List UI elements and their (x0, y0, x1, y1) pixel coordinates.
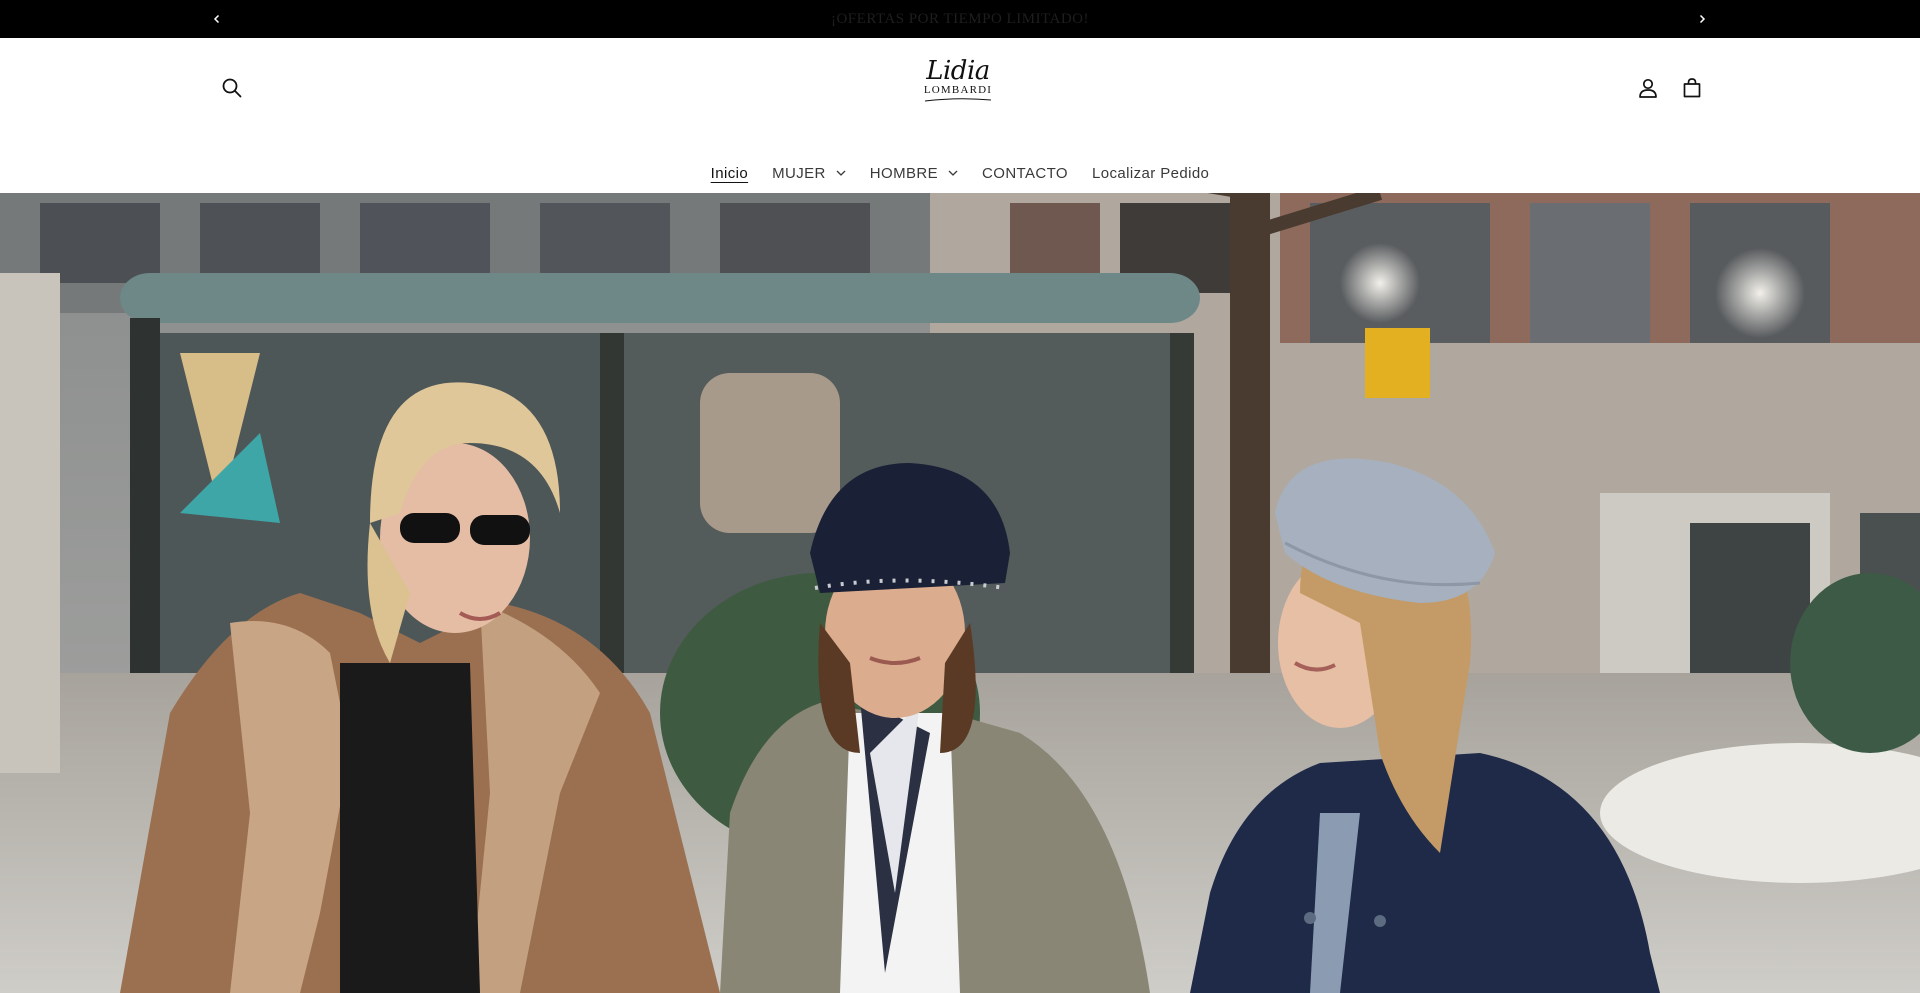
nav-item-label: MUJER (772, 164, 826, 182)
cart-button[interactable] (1670, 66, 1714, 110)
site-logo[interactable]: Lidia LOMBARDI (908, 56, 1008, 120)
nav-item-label: Localizar Pedido (1092, 164, 1210, 182)
nav-item-localizar-pedido[interactable]: Localizar Pedido (1080, 158, 1221, 188)
chevron-right-icon (1699, 14, 1706, 24)
nav-item-label: Inicio (710, 164, 749, 182)
nav-item-hombre[interactable]: HOMBRE (858, 158, 970, 188)
logo-script-text: Lidia (926, 56, 990, 86)
nav-item-label: CONTACTO (982, 164, 1068, 182)
announcement-text: ¡OFERTAS POR TIEMPO LIMITADO! (830, 10, 1089, 27)
account-button[interactable] (1626, 66, 1670, 110)
chevron-down-icon (836, 170, 846, 176)
nav-item-label: HOMBRE (869, 164, 939, 182)
announcement-prev-button[interactable] (198, 0, 236, 38)
main-nav: Inicio MUJER HOMBRE CONTACTO Localizar P… (0, 158, 1920, 188)
logo-swash-icon (924, 98, 992, 102)
announcement-next-button[interactable] (1683, 0, 1721, 38)
user-icon (1639, 78, 1657, 98)
site-header: Lidia LOMBARDI Inicio MUJER HOMBRE CONTA… (0, 38, 1920, 193)
announcement-bar: ¡OFERTAS POR TIEMPO LIMITADO! (0, 0, 1920, 38)
cart-icon (1683, 78, 1701, 98)
chevron-left-icon (213, 14, 220, 24)
hero-image (0, 193, 1920, 993)
logo-subtitle: LOMBARDI (923, 84, 993, 96)
search-button[interactable] (210, 66, 254, 110)
nav-item-mujer[interactable]: MUJER (760, 158, 858, 188)
chevron-down-icon (948, 170, 958, 176)
hero-banner[interactable] (0, 193, 1920, 993)
search-icon (222, 78, 242, 98)
nav-item-inicio[interactable]: Inicio (699, 158, 760, 188)
nav-item-contacto[interactable]: CONTACTO (970, 158, 1080, 188)
